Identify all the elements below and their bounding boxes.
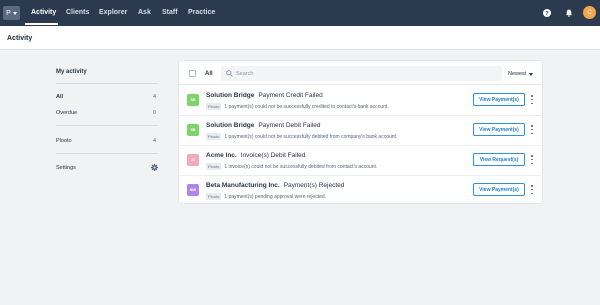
chevron-down-icon [12, 11, 17, 15]
help-icon[interactable]: ? [543, 9, 551, 17]
settings-link[interactable]: Settings [56, 164, 158, 171]
source-tag: Plooto [206, 133, 222, 140]
company-name[interactable]: Solution Bridge [206, 92, 254, 99]
filter-label: All [56, 94, 64, 100]
company-badge: SB [187, 94, 199, 106]
company-name[interactable]: Solution Bridge [206, 122, 254, 129]
activity-title: Solution Bridge Payment Debit Failed [206, 122, 321, 129]
avatar-letter: C [587, 9, 592, 16]
activity-subtitle: Plooto 1 invoice(s) could not be success… [206, 163, 377, 170]
select-all-label: All [205, 71, 213, 77]
filter-overdue[interactable]: Overdue 0 [56, 110, 158, 116]
activity-row[interactable]: SB Solution Bridge Payment Credit Failed … [179, 86, 544, 116]
nav-clients[interactable]: Clients [66, 9, 89, 16]
event-name: Invoice(s) Debit Failed [240, 152, 306, 159]
select-all-checkbox[interactable] [189, 70, 196, 77]
top-nav: P Activity Clients Explorer Ask Staff Pr… [0, 0, 600, 26]
group-plooto[interactable]: Plooto 4 [56, 138, 158, 144]
filter-count: 0 [152, 110, 156, 116]
feed-toolbar: All Newest [179, 61, 544, 85]
activity-title: Solution Bridge Payment Credit Failed [206, 92, 323, 99]
source-tag: Plooto [206, 163, 222, 170]
svg-text:?: ? [545, 11, 549, 17]
view-requests-button[interactable]: View Request(s) [473, 153, 525, 166]
event-name: Payment Credit Failed [258, 92, 323, 99]
more-options-icon[interactable] [530, 124, 534, 135]
divider [56, 83, 158, 84]
divider [56, 125, 158, 126]
company-badge: BMI [187, 184, 199, 196]
source-tag: Plooto [206, 103, 222, 110]
bell-icon[interactable] [565, 9, 573, 17]
org-letter: P [6, 9, 11, 17]
nav-practice[interactable]: Practice [188, 9, 215, 16]
nav-staff[interactable]: Staff [162, 9, 178, 16]
company-name[interactable]: Beta Manufacturing Inc. [206, 182, 280, 189]
more-options-icon[interactable] [530, 184, 534, 195]
nav-ask[interactable]: Ask [138, 9, 151, 16]
activity-row[interactable]: SB Solution Bridge Payment Debit Failed P… [179, 116, 544, 146]
activity-row[interactable]: AI Acme Inc. Invoice(s) Debit Failed Ploo… [179, 146, 544, 176]
activity-row[interactable]: BMI Beta Manufacturing Inc. Payment(s) Re… [179, 176, 544, 206]
activity-description: 1 invoice(s) could not be successfully d… [224, 163, 378, 170]
nav-activity[interactable]: Activity [31, 9, 56, 16]
active-tab-indicator [25, 23, 58, 25]
sort-label: Newest [508, 71, 527, 77]
nav-explorer[interactable]: Explorer [99, 9, 127, 16]
activity-description: 1 payment(s) could not be successfully d… [224, 133, 398, 140]
group-label: Plooto [56, 138, 72, 144]
search-box [221, 66, 502, 81]
page-header: Activity [0, 26, 600, 50]
source-tag: Plooto [206, 193, 222, 200]
filter-label: Overdue [56, 110, 78, 116]
company-name[interactable]: Acme Inc. [206, 152, 237, 159]
activity-subtitle: Plooto 1 payment(s) could not be success… [206, 103, 389, 110]
more-options-icon[interactable] [530, 94, 534, 105]
more-options-icon[interactable] [530, 154, 534, 165]
search-input[interactable] [236, 69, 486, 78]
event-name: Payment Debit Failed [258, 122, 321, 129]
org-switcher-button[interactable]: P [3, 6, 20, 20]
view-payments-button[interactable]: View Payment(s) [473, 123, 525, 136]
sort-dropdown[interactable]: Newest [508, 71, 534, 77]
view-payments-button[interactable]: View Payment(s) [473, 183, 525, 196]
divider [56, 153, 158, 154]
group-count: 4 [152, 138, 156, 144]
activity-subtitle: Plooto 1 payment(s) could not be success… [206, 133, 397, 140]
search-icon [226, 70, 233, 77]
activity-subtitle: Plooto 1 payment(s) pending approval wer… [206, 193, 326, 200]
view-payments-button[interactable]: View Payment(s) [473, 93, 525, 106]
user-avatar[interactable]: C [583, 6, 596, 19]
event-name: Payment(s) Rejected [283, 182, 345, 189]
company-badge: AI [187, 154, 199, 166]
filter-all[interactable]: All 4 [56, 94, 158, 100]
activity-feed: All Newest SB Solution Bridge Payment Cre… [178, 60, 544, 206]
settings-label: Settings [56, 165, 76, 171]
sidebar-title: My activity [56, 69, 87, 75]
filter-count: 4 [152, 94, 156, 100]
activity-description: 1 payment(s) pending approval were rejec… [224, 193, 327, 200]
page-title: Activity [7, 35, 33, 42]
activity-title: Beta Manufacturing Inc. Payment(s) Reject… [206, 182, 344, 189]
chevron-down-icon [529, 72, 534, 76]
activity-title: Acme Inc. Invoice(s) Debit Failed [206, 152, 305, 159]
activity-description: 1 payment(s) could not be successfully c… [224, 103, 389, 110]
company-badge: SB [187, 124, 199, 136]
gear-icon[interactable] [151, 164, 158, 171]
